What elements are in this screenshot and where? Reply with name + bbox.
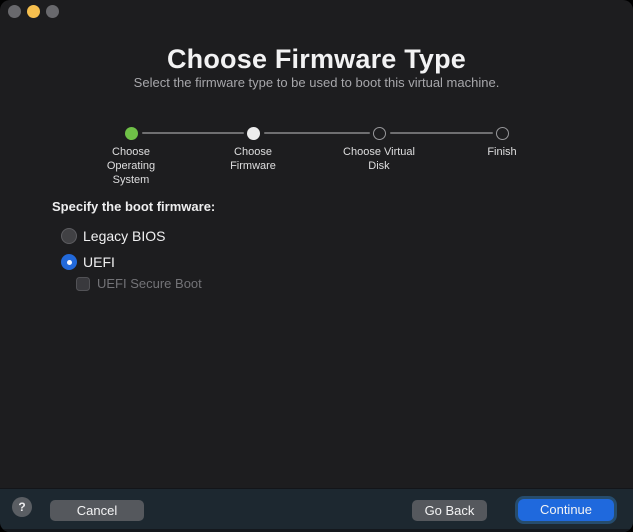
step-choose-virtual-disk: Choose Virtual Disk [335,127,423,173]
step-label: Choose Operating System [93,145,169,187]
go-back-button[interactable]: Go Back [412,500,487,521]
step-finish: Finish [472,127,532,159]
boot-firmware-heading: Specify the boot firmware: [52,199,215,214]
uefi-label: UEFI [83,254,115,270]
step-label: Choose Virtual Disk [335,145,423,173]
uefi-secure-boot-checkbox [76,277,90,291]
step-upcoming-dot-icon [373,127,386,140]
step-current-dot-icon [247,127,260,140]
legacy-bios-radio[interactable] [61,228,77,244]
step-choose-operating-system: Choose Operating System [93,127,169,187]
uefi-radio[interactable] [61,254,77,270]
step-choose-firmware: Choose Firmware [217,127,289,173]
radio-row-legacy-bios[interactable]: Legacy BIOS [61,228,166,244]
legacy-bios-label: Legacy BIOS [83,228,166,244]
step-label: Choose Firmware [217,145,289,173]
radio-selected-dot-icon [67,260,72,265]
page-subtitle: Select the firmware type to be used to b… [0,75,633,90]
step-label: Finish [472,145,532,159]
radio-row-uefi[interactable]: UEFI [61,254,115,270]
cancel-button[interactable]: Cancel [50,500,144,521]
minimize-window-icon[interactable] [27,5,40,18]
uefi-secure-boot-label: UEFI Secure Boot [97,276,202,291]
step-completed-dot-icon [125,127,138,140]
page-title: Choose Firmware Type [0,44,633,75]
help-button[interactable]: ? [12,497,32,517]
step-upcoming-dot-icon [496,127,509,140]
continue-button[interactable]: Continue [518,499,614,521]
checkbox-row-uefi-secure-boot: UEFI Secure Boot [76,276,202,291]
footer-bar: ? Cancel Go Back Continue [0,488,633,532]
wizard-window: Choose Firmware Type Select the firmware… [0,0,633,532]
zoom-window-icon [46,5,59,18]
close-window-icon [8,5,21,18]
titlebar [0,0,633,24]
